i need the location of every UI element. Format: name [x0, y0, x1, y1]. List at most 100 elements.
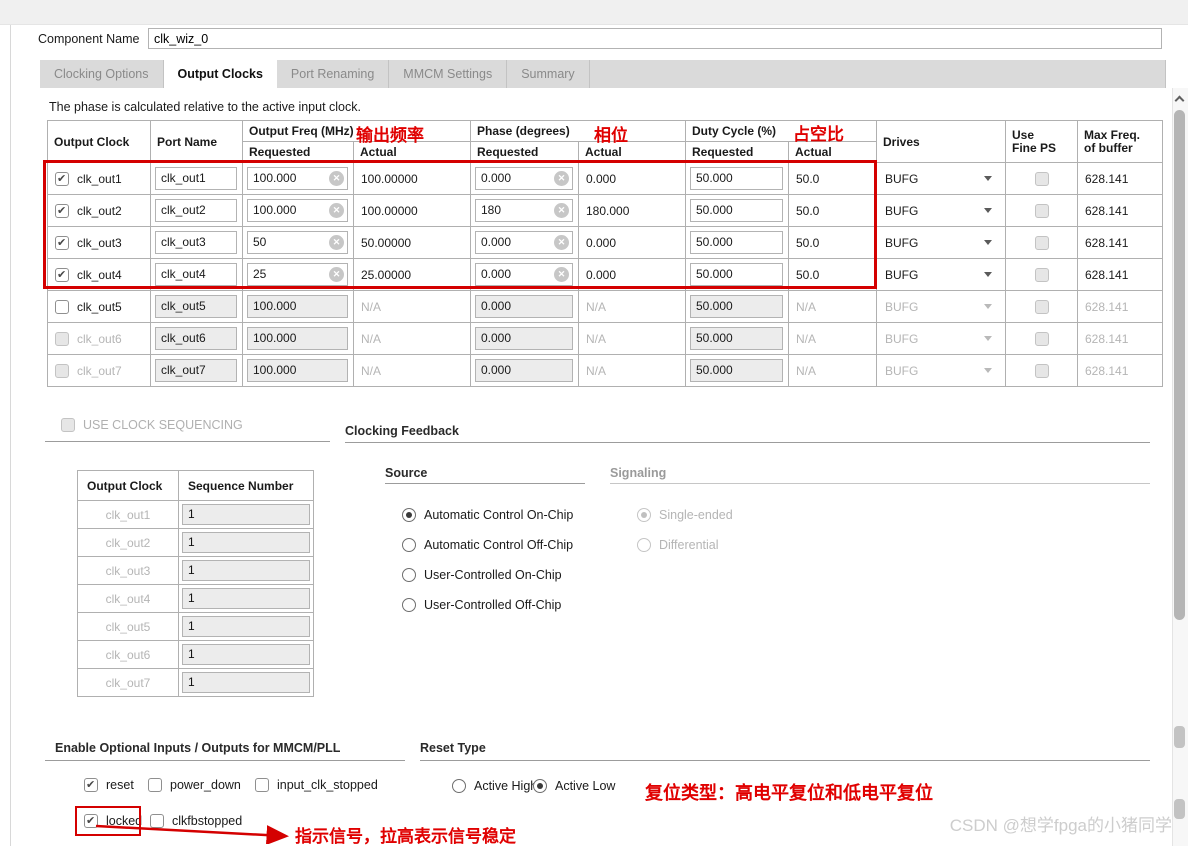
annotation-locked: 指示信号，拉高表示信号稳定 [295, 822, 516, 846]
phase-note: The phase is calculated relative to the … [49, 100, 361, 114]
duty-requested-input[interactable]: 50.000 [690, 295, 783, 318]
clk-out5-checkbox[interactable] [55, 300, 69, 314]
use-fine-ps-checkbox[interactable] [1035, 300, 1049, 314]
checkbox-icon[interactable] [255, 778, 269, 792]
port-name-input[interactable]: clk_out7 [155, 359, 237, 382]
max-freq-value: 628.141 [1078, 204, 1162, 218]
annotation-duty: 占空比 [793, 120, 844, 145]
phase-requested-input[interactable]: 0.000 [475, 359, 573, 382]
use-fine-ps-checkbox[interactable] [1035, 364, 1049, 378]
freq-requested-input[interactable]: 100.000 [247, 359, 348, 382]
panel-divider [10, 25, 11, 846]
max-freq-value: 628.141 [1078, 300, 1162, 314]
freq-requested-input[interactable]: 100.000 [247, 295, 348, 318]
radio-icon[interactable] [402, 598, 416, 612]
drives-select[interactable]: BUFG [877, 236, 1005, 250]
scrollbar-mark [1174, 799, 1185, 819]
radio-icon[interactable] [402, 568, 416, 582]
drives-select[interactable]: BUFG [877, 364, 1005, 378]
chevron-down-icon [984, 304, 992, 309]
sequence-number-input[interactable]: 1 [182, 560, 310, 581]
divider [45, 760, 405, 761]
radio-icon [637, 508, 651, 522]
phase-requested-input[interactable]: 0.000 [475, 327, 573, 350]
chevron-down-icon [984, 208, 992, 213]
drives-select[interactable]: BUFG [877, 172, 1005, 186]
clk-out6-checkbox[interactable] [55, 332, 69, 346]
radio-single-ended: Single-ended [637, 508, 733, 522]
sequence-number-input[interactable]: 1 [182, 672, 310, 693]
use-clock-sequencing-checkbox[interactable] [61, 418, 75, 432]
sequence-number-input[interactable]: 1 [182, 616, 310, 637]
scrollbar-thumb[interactable] [1174, 110, 1185, 620]
duty-requested-input[interactable]: 50.000 [690, 327, 783, 350]
clk-out7-checkbox[interactable] [55, 364, 69, 378]
sequence-number-input[interactable]: 1 [182, 588, 310, 609]
port-name-input[interactable]: clk_out6 [155, 327, 237, 350]
optional-io-title: Enable Optional Inputs / Outputs for MMC… [55, 741, 340, 755]
tab-bar: Clocking Options Output Clocks Port Rena… [40, 60, 1166, 88]
red-arrow [88, 818, 298, 844]
freq-requested-input[interactable]: 100.000 [247, 327, 348, 350]
duty-actual-value: N/A [789, 364, 876, 378]
col-output-clock: Output Clock [48, 121, 151, 163]
freq-actual-value: N/A [354, 332, 470, 346]
checkbox-icon[interactable] [84, 778, 98, 792]
checkbox-input-clk-stopped[interactable]: input_clk_stopped [255, 778, 378, 792]
annotation-output-freq: 输出频率 [356, 121, 424, 146]
use-fine-ps-checkbox[interactable] [1035, 268, 1049, 282]
phase-requested-input[interactable]: 0.000 [475, 295, 573, 318]
col-duty-cycle: Duty Cycle (%) [686, 121, 877, 142]
radio-icon [637, 538, 651, 552]
chevron-down-icon [984, 368, 992, 373]
divider [385, 483, 585, 484]
sequence-number-input[interactable]: 1 [182, 644, 310, 665]
tab-output-clocks[interactable]: Output Clocks [164, 60, 277, 88]
duty-requested-input[interactable]: 50.000 [690, 359, 783, 382]
source-title: Source [385, 466, 427, 480]
tab-mmcm-settings[interactable]: MMCM Settings [389, 60, 507, 88]
use-fine-ps-checkbox[interactable] [1035, 172, 1049, 186]
checkbox-reset[interactable]: reset [84, 778, 134, 792]
tab-summary[interactable]: Summary [507, 60, 589, 88]
radio-icon[interactable] [402, 508, 416, 522]
radio-icon[interactable] [402, 538, 416, 552]
radio-icon[interactable] [533, 779, 547, 793]
radio-user-controlled-on-chip[interactable]: User-Controlled On-Chip [402, 568, 562, 582]
col-use-fine-ps: UseFine PS [1006, 121, 1078, 163]
use-fine-ps-checkbox[interactable] [1035, 236, 1049, 250]
drives-select[interactable]: BUFG [877, 268, 1005, 282]
clocking-feedback-title: Clocking Feedback [345, 424, 459, 438]
drives-select[interactable]: BUFG [877, 332, 1005, 346]
seq-row: clk_out51 [78, 613, 314, 641]
drives-select[interactable]: BUFG [877, 300, 1005, 314]
clocking-wizard-dialog: Component Name Clocking Options Output C… [0, 0, 1188, 846]
use-fine-ps-checkbox[interactable] [1035, 332, 1049, 346]
divider [420, 760, 1150, 761]
sequence-number-input[interactable]: 1 [182, 532, 310, 553]
col-port-name: Port Name [151, 121, 243, 163]
highlight-box-rows [43, 160, 877, 289]
use-fine-ps-checkbox[interactable] [1035, 204, 1049, 218]
checkbox-power-down[interactable]: power_down [148, 778, 241, 792]
radio-automatic-control-off-chip[interactable]: Automatic Control Off-Chip [402, 538, 573, 552]
chevron-down-icon [984, 240, 992, 245]
table-row-clk-out5: clk_out5 clk_out5 100.000 N/A 0.000 N/A … [48, 291, 1163, 323]
radio-active-low[interactable]: Active Low [533, 779, 615, 793]
tab-port-renaming[interactable]: Port Renaming [277, 60, 389, 88]
drives-select[interactable]: BUFG [877, 204, 1005, 218]
radio-user-controlled-off-chip[interactable]: User-Controlled Off-Chip [402, 598, 561, 612]
port-name-input[interactable]: clk_out5 [155, 295, 237, 318]
radio-automatic-control-on-chip[interactable]: Automatic Control On-Chip [402, 508, 573, 522]
divider [610, 483, 1150, 484]
seq-row: clk_out31 [78, 557, 314, 585]
radio-active-high[interactable]: Active High [452, 779, 537, 793]
checkbox-icon[interactable] [148, 778, 162, 792]
reset-type-title: Reset Type [420, 741, 486, 755]
signaling-title: Signaling [610, 466, 666, 480]
tab-clocking-options[interactable]: Clocking Options [40, 60, 164, 88]
radio-icon[interactable] [452, 779, 466, 793]
component-name-input[interactable] [148, 28, 1162, 49]
sequence-number-input[interactable]: 1 [182, 504, 310, 525]
seq-row: clk_out41 [78, 585, 314, 613]
